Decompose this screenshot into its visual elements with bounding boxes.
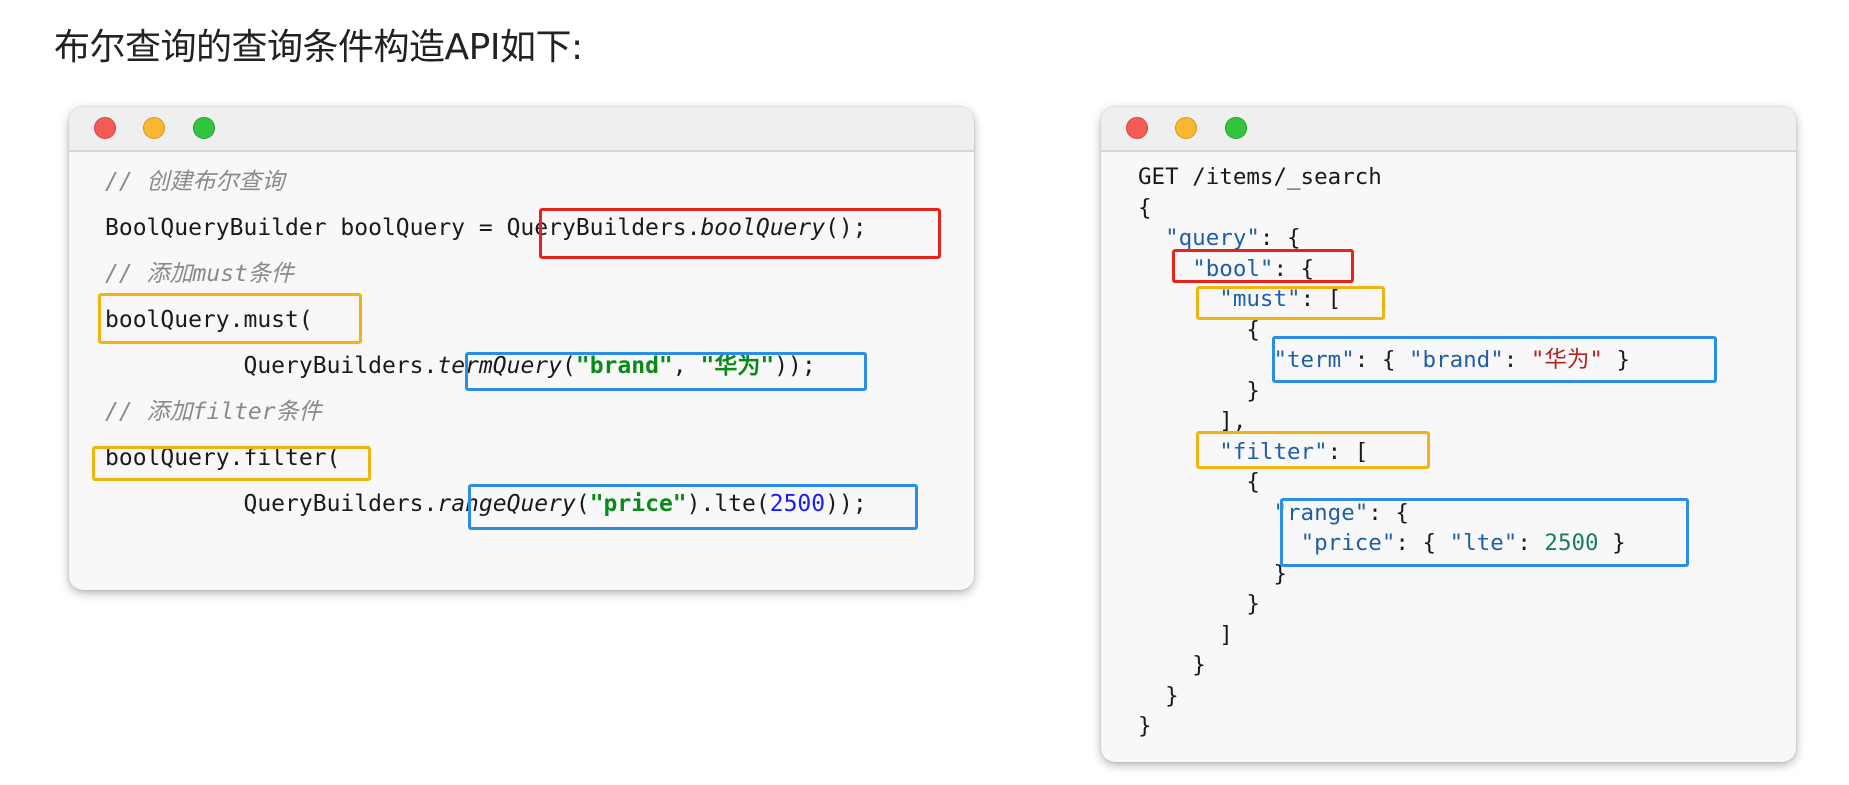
code-text: (); [825,215,867,241]
code-line: // 添加filter条件 [105,389,867,435]
string-literal: "华为" [700,353,775,379]
string-literal: "brand" [575,353,673,379]
code-text: QueryBuilders. [243,491,438,517]
json-string-value: "华为" [1530,347,1603,373]
code-text: , [672,353,701,379]
code-line: BoolQueryBuilder boolQuery = QueryBuilde… [105,205,867,251]
code-line: GET /items/_search [1138,162,1630,193]
code-text: } [1138,713,1152,739]
comment: // 添加must条件 [105,261,294,287]
minimize-dot-icon[interactable] [143,117,165,139]
json-key: "query" [1165,225,1260,251]
code-text: BoolQueryBuilder boolQuery = [105,215,507,241]
code-line: ], [1138,406,1630,437]
code-line: "bool": { [1138,254,1630,285]
code-text: ( [561,353,576,379]
code-text: boolQuery.must( [105,307,313,333]
code-text: { [1246,316,1260,343]
code-text: { [1246,469,1260,495]
code-text: : { [1354,347,1409,373]
json-key: "lte" [1449,530,1518,556]
json-key: "filter" [1219,438,1328,465]
code-text: ).lte( [686,491,770,517]
json-key: "range" [1273,499,1369,526]
code-text: } [1598,530,1626,556]
code-line: { [1138,315,1630,346]
comment: // 添加filter条件 [105,399,322,425]
code-text: } [1246,591,1260,617]
code-line: { [1138,193,1630,224]
json-key: "term" [1273,347,1355,373]
code-line: "range": { [1138,498,1630,529]
code-text: )); [774,353,816,379]
code-line: } [1138,681,1630,712]
json-key: "must" [1219,286,1301,312]
java-code-block: // 创建布尔查询 BoolQueryBuilder boolQuery = Qu… [105,159,867,527]
code-text: ( [575,491,590,517]
code-text: : { [1395,530,1450,556]
window-titlebar [69,107,974,152]
minimize-dot-icon[interactable] [1175,117,1197,139]
code-line: QueryBuilders.rangeQuery("price").lte(25… [105,481,867,527]
code-line: "query": { [1138,223,1630,254]
method-name: boolQuery [700,215,826,241]
json-key: "price" [1300,530,1396,556]
code-text: : [ [1300,286,1342,312]
maximize-dot-icon[interactable] [193,117,215,139]
code-line: } [1138,376,1630,407]
code-text: { [1138,194,1152,221]
number-literal: 2500 [769,491,826,517]
code-text: : [ [1327,438,1369,465]
string-literal: "price" [589,491,687,517]
maximize-dot-icon[interactable] [1225,117,1247,139]
code-line: } [1138,650,1630,681]
java-code-window: // 创建布尔查询 BoolQueryBuilder boolQuery = Qu… [69,107,974,590]
code-text: ] [1219,621,1233,648]
code-text: } [1246,377,1260,404]
code-line: "must": [ [1138,284,1630,315]
code-line: } [1138,711,1630,742]
code-line: boolQuery.must( [105,297,867,343]
code-line: "term": { "brand": "华为" } [1138,345,1630,376]
json-number-value: 2500 [1544,530,1599,556]
method-name: termQuery [437,353,562,379]
code-text: } [1273,560,1288,587]
code-line: } [1138,559,1630,590]
json-key: "brand" [1408,347,1504,373]
code-line: // 创建布尔查询 [105,159,867,205]
close-dot-icon[interactable] [94,117,116,139]
window-titlebar [1101,107,1796,152]
comment: // 创建布尔查询 [105,169,285,195]
code-text: ], [1219,408,1247,434]
code-text: boolQuery.filter( [105,445,341,471]
code-text: QueryBuilders. [243,353,438,379]
code-text: : { [1259,225,1301,251]
page-heading: 布尔查询的查询条件构造API如下: [54,27,583,68]
close-dot-icon[interactable] [1126,117,1148,139]
code-text: : [1517,530,1545,556]
code-text: } [1165,682,1179,709]
code-line: { [1138,467,1630,498]
code-text: QueryBuilders. [506,215,701,241]
json-key: "bool" [1192,255,1274,282]
dsl-code-block: GET /items/_search{ "query": { "bool": {… [1138,162,1630,742]
code-line: "filter": [ [1138,437,1630,468]
code-text: } [1192,652,1206,678]
code-line: ] [1138,620,1630,651]
method-name: rangeQuery [437,491,576,517]
code-text: )); [825,491,867,517]
code-text: } [1602,347,1631,373]
code-line: } [1138,589,1630,620]
code-line: "price": { "lte": 2500 } [1138,528,1630,559]
dsl-code-window: GET /items/_search{ "query": { "bool": {… [1101,107,1796,762]
code-line: QueryBuilders.termQuery("brand", "华为")); [105,343,867,389]
request-line: GET /items/_search [1138,164,1382,190]
code-line: boolQuery.filter( [105,435,867,481]
code-text: : [1503,347,1531,373]
code-text: : { [1368,499,1409,526]
code-text: : { [1273,255,1315,282]
code-line: // 添加must条件 [105,251,867,297]
